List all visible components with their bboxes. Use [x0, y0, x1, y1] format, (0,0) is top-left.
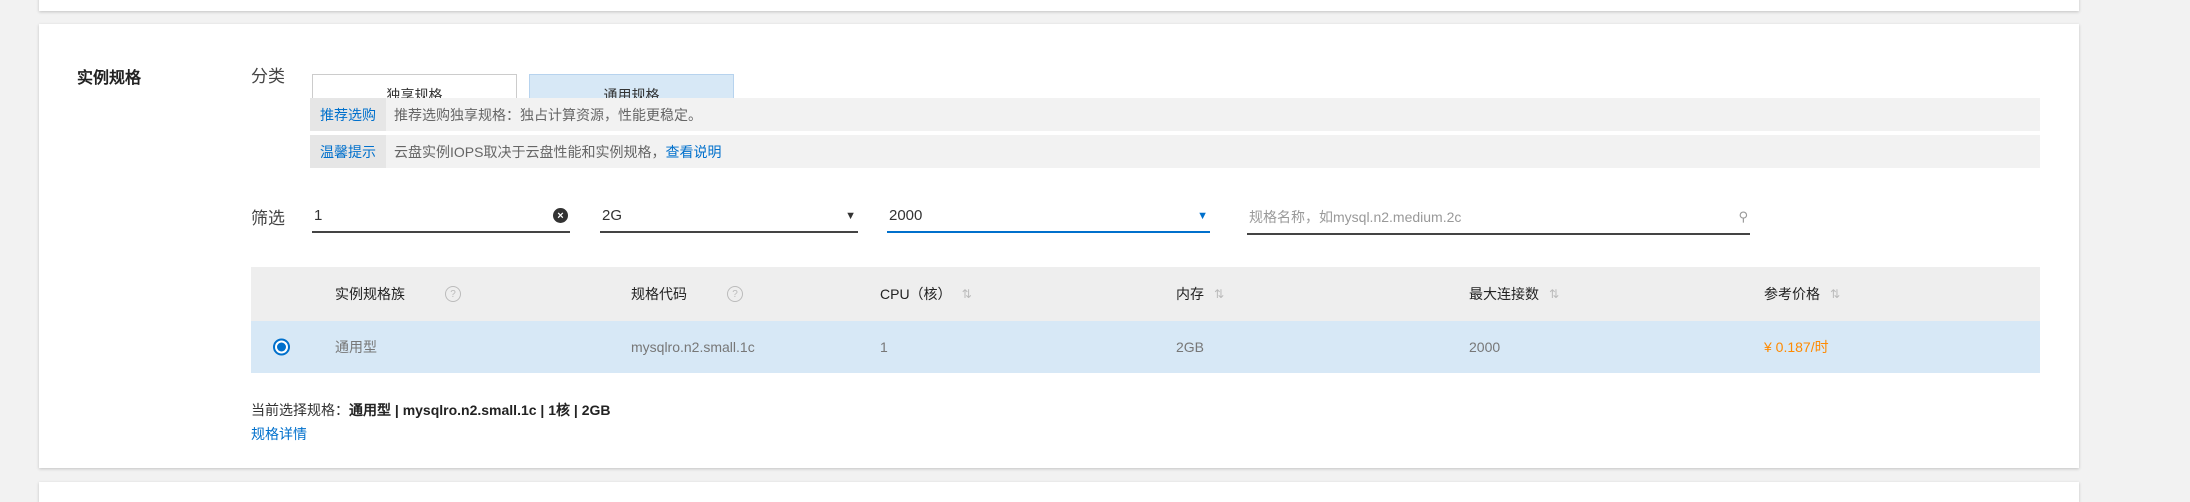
sort-icon[interactable]: ⇅ — [1830, 287, 1840, 301]
table-header: 实例规格族? 规格代码? CPU（核） ⇅ 内存 ⇅ 最大连接数 ⇅ 参考价格 ⇅ — [251, 267, 2040, 321]
spec-details-link[interactable]: 规格详情 — [251, 424, 307, 444]
memory-filter-value: 2G — [602, 207, 623, 224]
spec-search-input[interactable]: 规格名称，如mysql.n2.medium.2c ⚲ — [1247, 200, 1750, 235]
search-icon[interactable]: ⚲ — [1738, 209, 1748, 225]
instance-spec-card: 实例规格 分类 独享规格 通用规格 推荐选购 推荐选购独享规格：独占计算资源，性… — [39, 24, 2079, 468]
spec-table: 实例规格族? 规格代码? CPU（核） ⇅ 内存 ⇅ 最大连接数 ⇅ 参考价格 ⇅ 通用… — [251, 267, 2040, 373]
current-selection-label: 当前选择规格： — [251, 402, 349, 418]
column-header-cpu: CPU（核） — [880, 286, 952, 302]
caret-down-icon: ▼ — [845, 209, 856, 222]
category-label: 分类 — [251, 67, 285, 86]
table-row[interactable]: 通用型 mysqlro.n2.small.1c 1 2GB 2000 ¥ 0.1… — [251, 321, 2040, 373]
sort-icon[interactable]: ⇅ — [1214, 287, 1224, 301]
view-explanation-link[interactable]: 查看说明 — [665, 142, 721, 162]
column-header-family: 实例规格族 — [335, 286, 405, 302]
column-header-max-connections: 最大连接数 — [1469, 286, 1539, 302]
recommend-tip: 推荐选购 推荐选购独享规格：独占计算资源，性能更稳定。 — [310, 98, 2040, 131]
help-icon[interactable]: ? — [445, 286, 461, 302]
cpu-filter-value: 1 — [314, 207, 323, 224]
cell-max-connections: 2000 — [1469, 339, 1501, 355]
cpu-filter-input[interactable]: 1 × — [312, 200, 570, 233]
next-section-card — [39, 482, 2079, 502]
help-icon[interactable]: ? — [727, 286, 743, 302]
notice-tip: 温馨提示 云盘实例IOPS取决于云盘性能和实例规格， 查看说明 — [310, 135, 2040, 168]
cell-family: 通用型 — [335, 339, 377, 355]
cell-memory: 2GB — [1176, 339, 1205, 355]
sort-icon[interactable]: ⇅ — [1549, 287, 1559, 301]
memory-filter-select[interactable]: 2G ▼ — [600, 200, 858, 233]
cell-price: ¥ 0.187/时 — [1764, 339, 1829, 355]
tip-label: 推荐选购 — [310, 98, 386, 131]
tip-text: 云盘实例IOPS取决于云盘性能和实例规格， — [394, 143, 666, 160]
filter-label: 筛选 — [251, 209, 285, 228]
cell-code: mysqlro.n2.small.1c — [631, 339, 755, 355]
current-selection: 当前选择规格：通用型 | mysqlro.n2.small.1c | 1核 | … — [251, 400, 611, 420]
caret-down-icon: ▼ — [1197, 209, 1208, 222]
previous-section-card — [39, 0, 2079, 11]
column-header-memory: 内存 — [1176, 286, 1204, 302]
cell-cpu: 1 — [880, 339, 888, 355]
search-placeholder: 规格名称，如mysql.n2.medium.2c — [1249, 208, 1462, 225]
sort-icon[interactable]: ⇅ — [962, 287, 972, 301]
section-title: 实例规格 — [77, 70, 142, 87]
current-selection-value: 通用型 | mysqlro.n2.small.1c | 1核 | 2GB — [349, 402, 611, 418]
tip-label: 温馨提示 — [310, 135, 386, 168]
connections-filter-select[interactable]: 2000 ▼ — [887, 200, 1210, 233]
clear-icon[interactable]: × — [553, 208, 568, 223]
column-header-price: 参考价格 — [1764, 286, 1820, 302]
connections-filter-value: 2000 — [889, 207, 923, 224]
tip-text: 推荐选购独享规格：独占计算资源，性能更稳定。 — [394, 106, 702, 123]
row-radio[interactable] — [273, 338, 290, 356]
column-header-code: 规格代码 — [631, 286, 687, 302]
